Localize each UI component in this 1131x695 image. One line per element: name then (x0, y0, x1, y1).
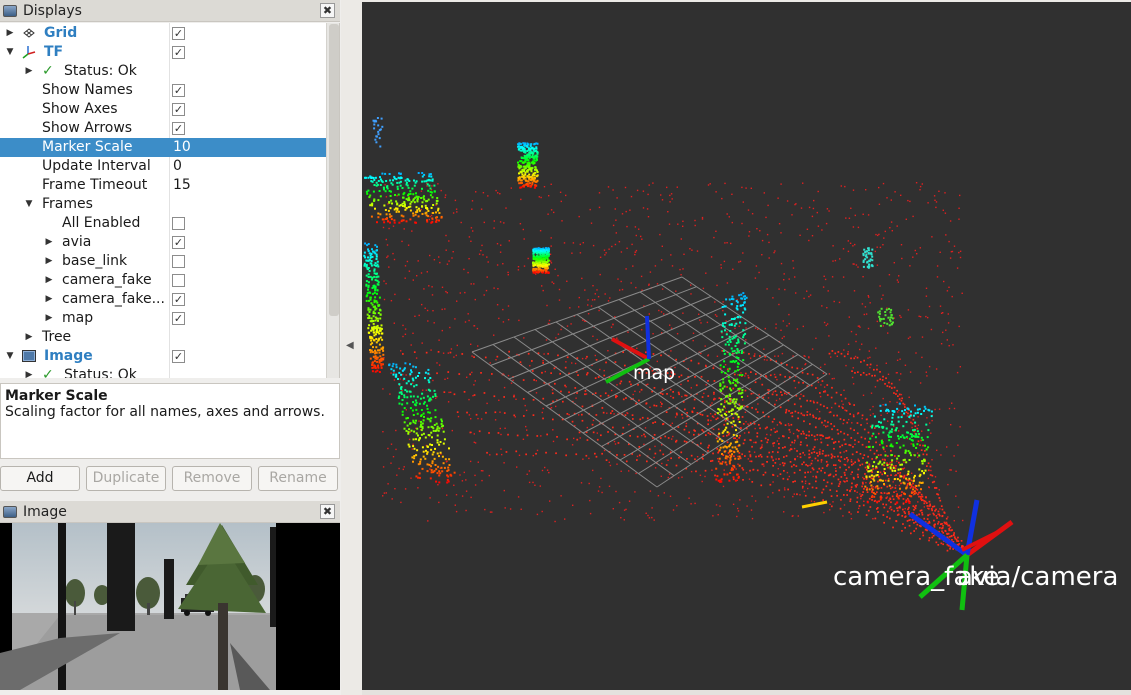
tree-row-label: Update Interval (42, 158, 151, 174)
tree-row-label: avia (62, 234, 92, 250)
tree-row-tf-status[interactable]: ▶ ✓ Status: Ok (0, 62, 326, 81)
tree-row-image[interactable]: ▼ Image ✓ (0, 347, 326, 366)
dock-splitter[interactable]: ◀ (341, 0, 361, 695)
expand-right-icon[interactable]: ▶ (24, 328, 34, 347)
tree-row-frame-timeout[interactable]: Frame Timeout 15 (0, 176, 326, 195)
displays-panel-header: Displays ✖ (0, 0, 340, 22)
enabled-checkbox[interactable]: ✓ (172, 84, 185, 97)
enabled-checkbox[interactable] (172, 255, 185, 268)
tree-row-label: Show Names (42, 82, 133, 98)
tree-row-frame-camera-fake2[interactable]: ▶ camera_fake... ✓ (0, 290, 326, 309)
description-text: Scaling factor for all names, axes and a… (5, 404, 325, 420)
enabled-checkbox[interactable]: ✓ (172, 312, 185, 325)
expand-right-icon[interactable]: ▶ (44, 252, 54, 271)
expand-right-icon[interactable]: ▶ (44, 233, 54, 252)
tree-row-label: Marker Scale (42, 139, 133, 155)
tree-row-marker-scale[interactable]: Marker Scale 10 (0, 138, 326, 157)
tree-row-label: TF (44, 44, 64, 60)
tree-row-value[interactable]: 10 (173, 138, 191, 157)
tree-row-label: camera_fake (62, 272, 152, 288)
enabled-checkbox[interactable]: ✓ (172, 46, 185, 59)
enabled-checkbox[interactable] (172, 274, 185, 287)
tf-axes-icon (22, 45, 36, 59)
tree-row-show-arrows[interactable]: Show Arrows ✓ (0, 119, 326, 138)
image-icon (3, 505, 17, 518)
property-description: Marker Scale Scaling factor for all name… (0, 383, 340, 459)
tree-row-label: Tree (42, 329, 72, 345)
image-icon (22, 349, 36, 363)
tree-row-label: Status: Ok (64, 367, 137, 378)
image-close-button[interactable]: ✖ (320, 504, 335, 519)
tree-row-value[interactable]: 0 (173, 157, 182, 176)
expand-right-icon[interactable]: ▶ (24, 62, 34, 81)
enabled-checkbox[interactable]: ✓ (172, 293, 185, 306)
tree-row-frame-base-link[interactable]: ▶ base_link (0, 252, 326, 271)
tree-row-show-names[interactable]: Show Names ✓ (0, 81, 326, 100)
tree-row-frame-avia[interactable]: ▶ avia ✓ (0, 233, 326, 252)
avia-camera-frame-label: avia/camera (957, 562, 1119, 592)
enabled-checkbox[interactable] (172, 217, 185, 230)
duplicate-button[interactable]: Duplicate (86, 466, 166, 491)
tree-row-label: Frame Timeout (42, 177, 148, 193)
tree-row-update-interval[interactable]: Update Interval 0 (0, 157, 326, 176)
camera-image-view (0, 523, 340, 690)
rename-button[interactable]: Rename (258, 466, 338, 491)
collapse-left-icon[interactable]: ◀ (346, 340, 354, 351)
expand-right-icon[interactable]: ▶ (44, 290, 54, 309)
tree-row-label: Grid (44, 25, 78, 41)
check-icon: ✓ (42, 63, 54, 79)
expand-right-icon[interactable]: ▶ (44, 309, 54, 328)
map-frame-label: map (633, 362, 676, 384)
add-button[interactable]: Add (0, 466, 80, 491)
expand-right-icon[interactable]: ▶ (24, 366, 34, 378)
expand-right-icon[interactable]: ▶ (5, 24, 15, 43)
tree-row-show-axes[interactable]: Show Axes ✓ (0, 100, 326, 119)
enabled-checkbox[interactable]: ✓ (172, 236, 185, 249)
render-3d-view[interactable]: map camera_fake avia/camera (362, 2, 1131, 690)
tree-row-label: Show Arrows (42, 120, 133, 136)
check-icon: ✓ (42, 367, 54, 378)
description-title: Marker Scale (5, 388, 108, 404)
enabled-checkbox[interactable]: ✓ (172, 27, 185, 40)
grid-icon (22, 26, 36, 40)
tree-row-grid[interactable]: ▶ Grid ✓ (0, 24, 326, 43)
displays-panel-title: Displays (23, 2, 82, 19)
left-dock: Displays ✖ ▶ Grid ✓ ▼ TF ✓ ▶ ✓ Status: Ok Show Na… (0, 0, 341, 695)
enabled-checkbox[interactable]: ✓ (172, 122, 185, 135)
tree-row-label: Show Axes (42, 101, 118, 117)
monitor-icon (3, 4, 17, 17)
tree-row-label: map (62, 310, 94, 326)
tree-row-all-enabled[interactable]: All Enabled (0, 214, 326, 233)
enabled-checkbox[interactable]: ✓ (172, 350, 185, 363)
expand-down-icon[interactable]: ▼ (24, 195, 34, 214)
displays-close-button[interactable]: ✖ (320, 3, 335, 18)
tree-row-label: Status: Ok (64, 63, 137, 79)
tree-row-label: Image (44, 348, 93, 364)
displays-tree[interactable]: ▶ Grid ✓ ▼ TF ✓ ▶ ✓ Status: Ok Show Names ✓ Show Ax… (0, 23, 340, 378)
expand-down-icon[interactable]: ▼ (5, 43, 15, 62)
tree-row-label: camera_fake... (62, 291, 165, 307)
tree-row-label: All Enabled (62, 215, 141, 231)
view-bottom-bar (362, 690, 1131, 695)
tree-row-tf[interactable]: ▼ TF ✓ (0, 43, 326, 62)
tree-row-value[interactable]: 15 (173, 176, 191, 195)
tree-row-frame-map[interactable]: ▶ map ✓ (0, 309, 326, 328)
tree-row-label: base_link (62, 253, 128, 269)
enabled-checkbox[interactable]: ✓ (172, 103, 185, 116)
expand-down-icon[interactable]: ▼ (5, 347, 15, 366)
expand-right-icon[interactable]: ▶ (44, 271, 54, 290)
camera-image-scene (0, 523, 340, 690)
tree-row-tree[interactable]: ▶ Tree (0, 328, 326, 347)
tree-row-frame-camera-fake[interactable]: ▶ camera_fake (0, 271, 326, 290)
tree-row-image-status[interactable]: ▶ ✓ Status: Ok (0, 366, 326, 378)
remove-button[interactable]: Remove (172, 466, 252, 491)
tree-scrollbar[interactable] (326, 23, 339, 378)
tree-row-label: Frames (42, 196, 93, 212)
rviz-window: Displays ✖ ▶ Grid ✓ ▼ TF ✓ ▶ ✓ Status: Ok Show Na… (0, 0, 1131, 695)
image-panel-title: Image (23, 503, 67, 520)
tree-row-frames[interactable]: ▼ Frames (0, 195, 326, 214)
image-panel-header: Image ✖ (0, 501, 340, 523)
tree-scrollbar-thumb[interactable] (329, 24, 339, 316)
